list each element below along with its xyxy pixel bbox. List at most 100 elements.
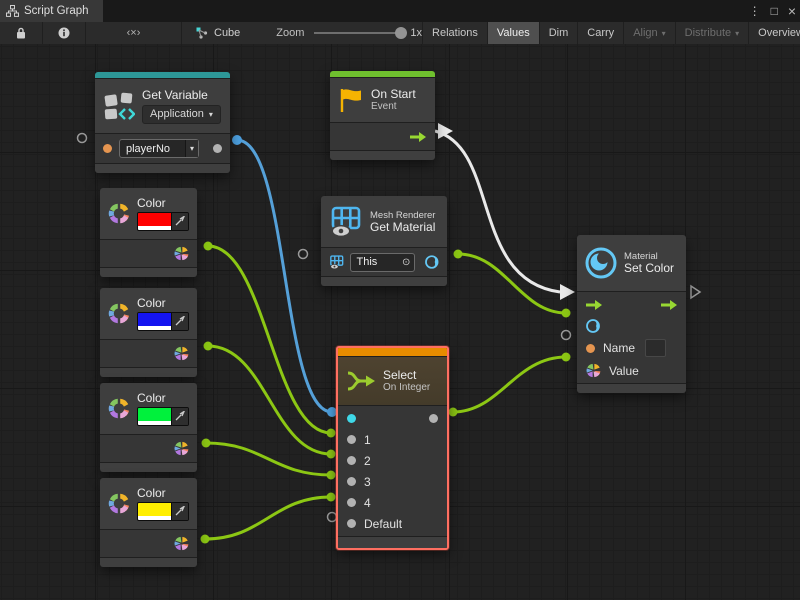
zoom-level: 1x: [410, 27, 422, 39]
node-color-strip: [330, 71, 435, 77]
eyedropper-icon: [175, 216, 185, 226]
alpha-bar: [138, 421, 171, 425]
name-input-field[interactable]: [645, 339, 666, 357]
color-input-port[interactable]: [586, 363, 601, 378]
lock-button[interactable]: [0, 22, 43, 44]
node-select[interactable]: Select On Integer 1 2 3 4 Default: [336, 346, 449, 550]
window-maximize-icon[interactable]: □: [771, 4, 778, 18]
eyedropper-button[interactable]: [171, 213, 188, 230]
select-icon: [346, 369, 376, 393]
object-picker-icon[interactable]: ⊙: [398, 257, 414, 268]
color-output-port[interactable]: [174, 346, 189, 361]
eyedropper-button[interactable]: [171, 503, 188, 520]
flow-output-port[interactable]: [409, 131, 427, 143]
toolbar-align-button: Align▾: [624, 22, 675, 44]
chevron-down-icon: ▾: [209, 110, 213, 119]
variable-scope-dropdown[interactable]: Application▾: [142, 105, 221, 124]
graph-breadcrumb[interactable]: Cube: [196, 27, 240, 39]
window-close-icon[interactable]: ×: [788, 3, 796, 19]
color-swatch[interactable]: [138, 313, 171, 326]
node-title: Set Color: [624, 262, 674, 275]
eyedropper-icon: [175, 506, 185, 516]
color-wheel-icon: [108, 197, 130, 230]
graph-name: Cube: [214, 27, 240, 39]
variable-icon: [103, 91, 135, 121]
material-input-port[interactable]: [586, 319, 600, 333]
flow-arrowhead: [438, 123, 453, 139]
select-output-port[interactable]: [429, 414, 438, 423]
node-footer: [330, 151, 435, 160]
eyedropper-icon: [175, 316, 185, 326]
color-swatch-control[interactable]: [137, 312, 189, 331]
node-footer: [100, 268, 197, 277]
color-swatch[interactable]: [138, 408, 171, 421]
mesh-renderer-port-icon[interactable]: [329, 255, 345, 270]
color-output-port[interactable]: [174, 536, 189, 551]
eyedropper-button[interactable]: [171, 408, 188, 425]
node-footer: [577, 384, 686, 393]
color-swatch-control[interactable]: [137, 407, 189, 426]
color-wheel-icon: [108, 487, 130, 520]
chevron-down-icon: ▾: [735, 29, 739, 38]
graph-hierarchy-icon: [6, 5, 19, 17]
color-swatch-control[interactable]: [137, 212, 189, 231]
node-color-4[interactable]: Color: [100, 478, 197, 567]
inspect-button[interactable]: [43, 22, 86, 44]
color-wheel-icon: [108, 392, 130, 425]
color-swatch[interactable]: [138, 213, 171, 226]
color-swatch[interactable]: [138, 503, 171, 516]
name-input-port[interactable]: [586, 344, 595, 353]
toolbar-overview-button[interactable]: Overview: [749, 22, 800, 44]
eyedropper-button[interactable]: [171, 313, 188, 330]
lock-icon: [16, 27, 26, 39]
flow-arrowhead: [560, 284, 575, 300]
node-color-3[interactable]: Color: [100, 383, 197, 472]
node-set-color[interactable]: Material Set Color Name: [577, 235, 686, 393]
eyedropper-icon: [175, 411, 185, 421]
branch-port-4[interactable]: [347, 498, 356, 507]
window-menu-icon[interactable]: ⋮: [749, 4, 761, 18]
node-footer: [100, 463, 197, 472]
alpha-bar: [138, 326, 171, 330]
toolbar-values-button[interactable]: Values: [488, 22, 540, 44]
color-swatch-control[interactable]: [137, 502, 189, 521]
node-subtitle: On Integer: [383, 382, 430, 394]
variable-value-output-port[interactable]: [213, 144, 222, 153]
toolbar-carry-button[interactable]: Carry: [578, 22, 624, 44]
node-on-start[interactable]: On Start Event: [330, 71, 435, 160]
toolbar-relations-button[interactable]: Relations: [422, 22, 488, 44]
node-get-variable[interactable]: Get Variable Application▾ playerNo ▾: [95, 72, 230, 173]
color-output-port[interactable]: [174, 246, 189, 261]
tab-title: Script Graph: [24, 5, 89, 17]
variable-name-dropdown[interactable]: playerNo ▾: [119, 139, 199, 158]
branch-port-3[interactable]: [347, 477, 356, 486]
material-icon: [585, 247, 617, 279]
node-footer: [321, 277, 447, 286]
node-color-2[interactable]: Color: [100, 288, 197, 377]
color-output-port[interactable]: [174, 441, 189, 456]
node-title: On Start: [371, 88, 416, 101]
branch-port-2[interactable]: [347, 456, 356, 465]
target-field[interactable]: This ⊙: [350, 253, 416, 272]
branch-port-default[interactable]: [347, 519, 356, 528]
node-title: Color: [137, 297, 189, 310]
edit-script-button[interactable]: ‹×›: [86, 22, 182, 44]
chevron-down-icon: ▾: [662, 29, 666, 38]
zoom-slider-knob[interactable]: [395, 27, 407, 39]
node-footer: [100, 368, 197, 377]
flow-output-port[interactable]: [660, 299, 678, 311]
node-subtitle: Event: [371, 101, 416, 113]
selector-input-port[interactable]: [347, 414, 356, 423]
zoom-slider[interactable]: [314, 32, 402, 34]
flow-input-port[interactable]: [585, 299, 603, 311]
variable-name-port[interactable]: [103, 144, 112, 153]
node-get-material[interactable]: Mesh Renderer Get Material This ⊙: [321, 196, 447, 286]
tab-script-graph[interactable]: Script Graph: [0, 0, 103, 22]
graph-canvas[interactable]: Get Variable Application▾ playerNo ▾: [0, 44, 800, 600]
material-output-port[interactable]: [425, 255, 439, 269]
toolbar-dim-button[interactable]: Dim: [540, 22, 579, 44]
flag-icon: [338, 87, 364, 113]
branch-port-1[interactable]: [347, 435, 356, 444]
node-color-1[interactable]: Color: [100, 188, 197, 277]
node-footer: [95, 164, 230, 173]
